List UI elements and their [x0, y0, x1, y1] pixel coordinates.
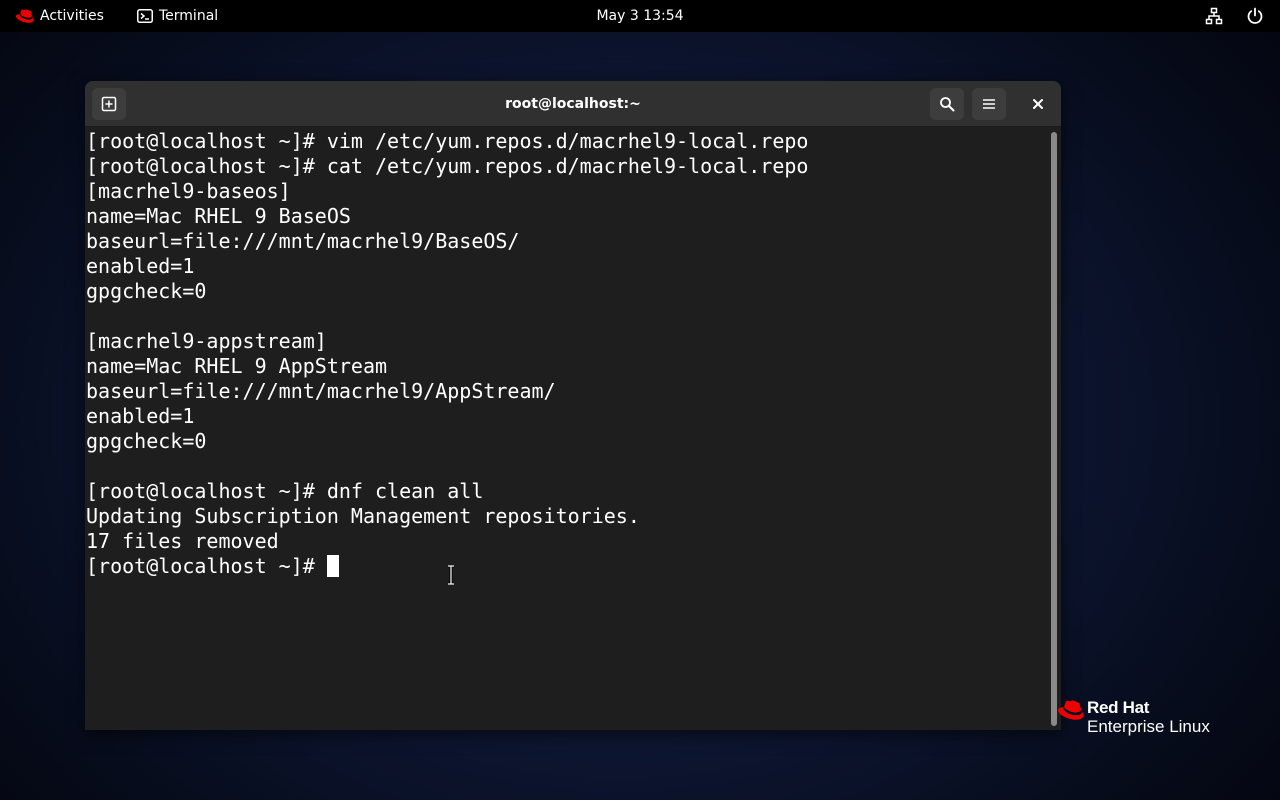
terminal-line: [root@localhost ~]# cat /etc/yum.repos.d…	[86, 154, 809, 178]
terminal-line: [root@localhost ~]# vim /etc/yum.repos.d…	[86, 129, 809, 153]
terminal-line: gpgcheck=0	[86, 279, 207, 303]
close-icon	[1033, 99, 1043, 109]
activities-button[interactable]: Activities	[16, 0, 104, 32]
terminal-line: enabled=1	[86, 404, 195, 428]
terminal-line: [macrhel9-appstream]	[86, 329, 327, 353]
power-icon[interactable]	[1246, 7, 1264, 25]
network-icon[interactable]	[1205, 7, 1223, 25]
close-button[interactable]	[1025, 91, 1051, 117]
terminal-line: baseurl=file:///mnt/macrhel9/BaseOS/	[86, 229, 520, 253]
redhat-hat-icon	[16, 9, 34, 23]
prompt-line: [root@localhost ~]#	[86, 554, 1047, 579]
new-tab-icon	[101, 96, 117, 112]
terminal-line: enabled=1	[86, 254, 195, 278]
clock[interactable]: May 3 13:54	[596, 8, 683, 24]
terminal-line: name=Mac RHEL 9 AppStream	[86, 354, 388, 378]
terminal-window: root@localhost:~ [root@localhost ~]# vim…	[85, 81, 1061, 730]
vertical-scrollbar[interactable]	[1047, 128, 1061, 730]
text-cursor	[326, 555, 339, 577]
terminal-line: 17 files removed	[86, 529, 279, 553]
terminal-line: baseurl=file:///mnt/macrhel9/AppStream/	[86, 379, 556, 403]
terminal-line: name=Mac RHEL 9 BaseOS	[86, 204, 351, 228]
search-icon	[940, 97, 955, 112]
activities-label: Activities	[40, 8, 104, 24]
main-menu-button[interactable]	[972, 88, 1006, 120]
scrollbar-thumb[interactable]	[1051, 132, 1057, 726]
search-button[interactable]	[930, 88, 964, 120]
terminal-line: [root@localhost ~]# dnf clean all	[86, 479, 484, 503]
terminal-line: [macrhel9-baseos]	[86, 179, 291, 203]
redhat-hat-icon	[1058, 700, 1084, 720]
app-menu-terminal[interactable]: Terminal	[137, 0, 218, 32]
terminal-line: gpgcheck=0	[86, 429, 207, 453]
new-tab-button[interactable]	[92, 88, 126, 120]
ibeam-cursor-icon	[448, 565, 454, 585]
hamburger-menu-icon	[983, 99, 995, 109]
window-headerbar[interactable]: root@localhost:~	[85, 81, 1061, 127]
redhat-product-text: Enterprise Linux	[1087, 717, 1210, 736]
terminal-output[interactable]: [root@localhost ~]# vim /etc/yum.repos.d…	[85, 128, 1047, 730]
top-bar: Activities Terminal May 3 13:54	[0, 0, 1280, 32]
terminal-app-icon	[137, 9, 153, 23]
redhat-brand-text: Red Hat	[1087, 698, 1150, 717]
redhat-logo: Red Hat Enterprise Linux	[1058, 697, 1238, 741]
terminal-line: Updating Subscription Management reposit…	[86, 504, 640, 528]
prompt: [root@localhost ~]#	[86, 554, 327, 578]
app-menu-label: Terminal	[159, 8, 219, 24]
window-title: root@localhost:~	[505, 96, 641, 112]
